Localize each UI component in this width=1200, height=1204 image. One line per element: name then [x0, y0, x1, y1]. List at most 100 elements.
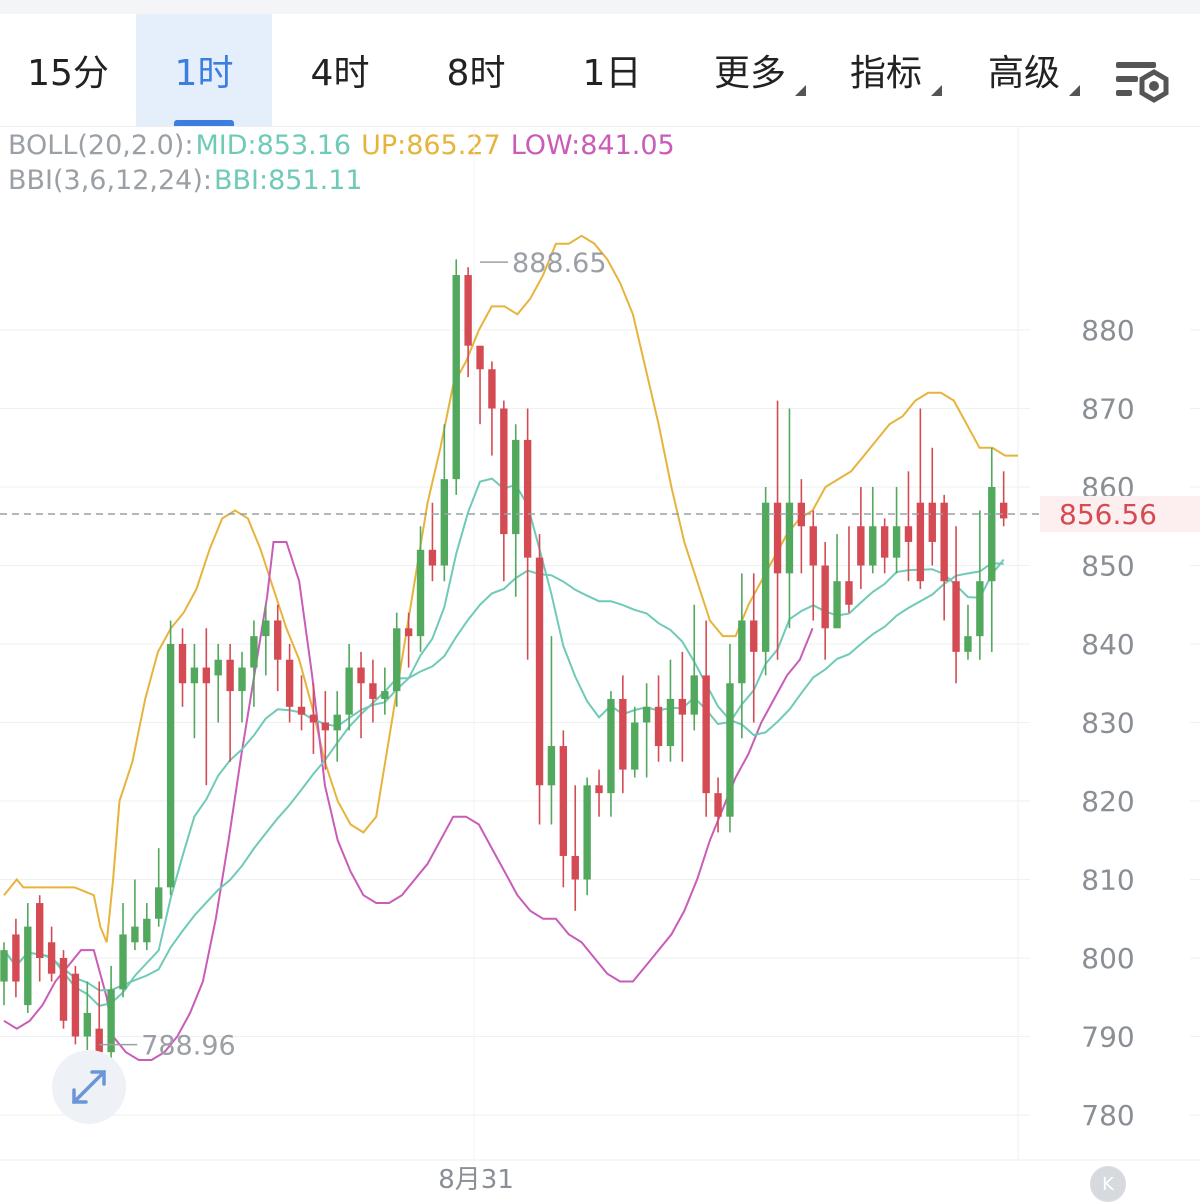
candle-body	[345, 667, 353, 715]
candle-body	[642, 706, 651, 723]
candle-body	[726, 683, 734, 817]
candle-body	[964, 636, 972, 652]
candle-body	[845, 581, 853, 605]
candle-body	[155, 887, 163, 919]
y-tick-label: 800	[1081, 942, 1134, 975]
candle-body	[690, 675, 698, 715]
candle-body	[714, 793, 722, 817]
expand-arrows-icon[interactable]	[52, 1050, 126, 1124]
candle-body	[464, 275, 472, 346]
candle-body	[321, 722, 330, 731]
current-price-label: 856.56	[1059, 498, 1157, 531]
y-tick-label: 790	[1081, 1021, 1134, 1054]
candle-body	[274, 620, 282, 660]
candle-body	[559, 746, 568, 856]
y-tick-label: 850	[1081, 550, 1134, 583]
candle-body	[750, 620, 758, 652]
candle-body	[809, 526, 817, 566]
candle-body	[107, 989, 115, 1053]
y-tick-label: 820	[1081, 785, 1134, 818]
candle-body	[202, 667, 211, 684]
candle-body	[47, 942, 56, 974]
candle-body	[857, 526, 865, 566]
candle-body	[36, 903, 44, 958]
candle-body	[285, 659, 294, 707]
candle-body	[500, 408, 508, 535]
candle-body	[357, 667, 365, 684]
candle-body	[547, 746, 556, 786]
candle-body	[166, 644, 175, 888]
candle-body	[24, 926, 32, 1006]
candle-body	[738, 620, 746, 684]
candle-body	[369, 683, 377, 699]
x-tick-label: 8月31	[438, 1165, 514, 1195]
candle-body	[416, 549, 425, 637]
candle-body	[666, 698, 675, 747]
candle-body	[131, 926, 139, 943]
low-marker-label: 788.96	[141, 1031, 235, 1062]
candle-body	[904, 526, 913, 542]
candle-body	[523, 439, 532, 558]
candle-body	[619, 698, 627, 770]
y-tick-label: 840	[1081, 628, 1134, 661]
candle-body	[654, 706, 663, 747]
candle-body	[607, 698, 615, 794]
candle-body	[976, 581, 984, 637]
y-tick-label: 870	[1081, 393, 1134, 426]
candle-body	[892, 526, 901, 558]
boll-upper-line	[3, 234, 1018, 943]
candle-body	[952, 581, 960, 652]
price-chart[interactable]: 7807908008108208308408508608708808月31888…	[0, 0, 1200, 1204]
candle-body	[678, 698, 687, 715]
candle-body	[190, 667, 199, 684]
candle-body	[833, 581, 841, 629]
candle-body	[0, 950, 8, 982]
candle-body	[428, 549, 437, 566]
candle-body	[333, 714, 341, 731]
candle-body	[262, 620, 270, 637]
candle-body	[178, 644, 187, 684]
candle-body	[535, 557, 544, 786]
candle-body	[583, 785, 591, 880]
candle-body	[143, 918, 151, 943]
candle-body	[297, 706, 306, 715]
candle-body	[381, 691, 389, 699]
candle-body	[309, 714, 318, 723]
y-tick-label: 880	[1081, 314, 1134, 347]
candle-body	[119, 934, 127, 990]
candle-body	[476, 345, 484, 370]
candle-body	[761, 502, 770, 652]
y-tick-label: 810	[1081, 864, 1134, 897]
candle-body	[59, 958, 68, 1021]
candle-body	[71, 973, 80, 1037]
candle-body	[702, 675, 710, 794]
candle-body	[988, 487, 996, 582]
candle-body	[512, 439, 520, 535]
candle-body	[999, 502, 1008, 519]
candle-body	[214, 659, 222, 676]
candle-body	[95, 1028, 103, 1053]
candle-body	[404, 628, 413, 637]
candle-body	[226, 659, 234, 692]
candle-body	[488, 369, 496, 409]
candle-body	[12, 934, 20, 982]
k-button-label: K	[1102, 1173, 1114, 1195]
candle-body	[928, 502, 936, 542]
candle-body	[595, 785, 603, 794]
candle-body	[250, 636, 258, 668]
candle-body	[571, 855, 579, 880]
high-marker-label: 888.65	[512, 248, 606, 279]
candle-body	[83, 1012, 91, 1037]
candle-body	[440, 479, 449, 566]
y-tick-label: 830	[1081, 707, 1134, 740]
y-tick-label: 780	[1081, 1099, 1134, 1132]
candle-body	[821, 565, 829, 629]
boll-mid-line	[3, 562, 1004, 992]
candle-body	[880, 526, 889, 558]
candle-body	[238, 667, 246, 692]
candle-body	[452, 275, 460, 480]
candle-body	[393, 628, 401, 692]
candle-body	[869, 526, 877, 566]
kline-switch-button[interactable]: K	[1090, 1166, 1126, 1202]
candle-body	[631, 722, 639, 770]
